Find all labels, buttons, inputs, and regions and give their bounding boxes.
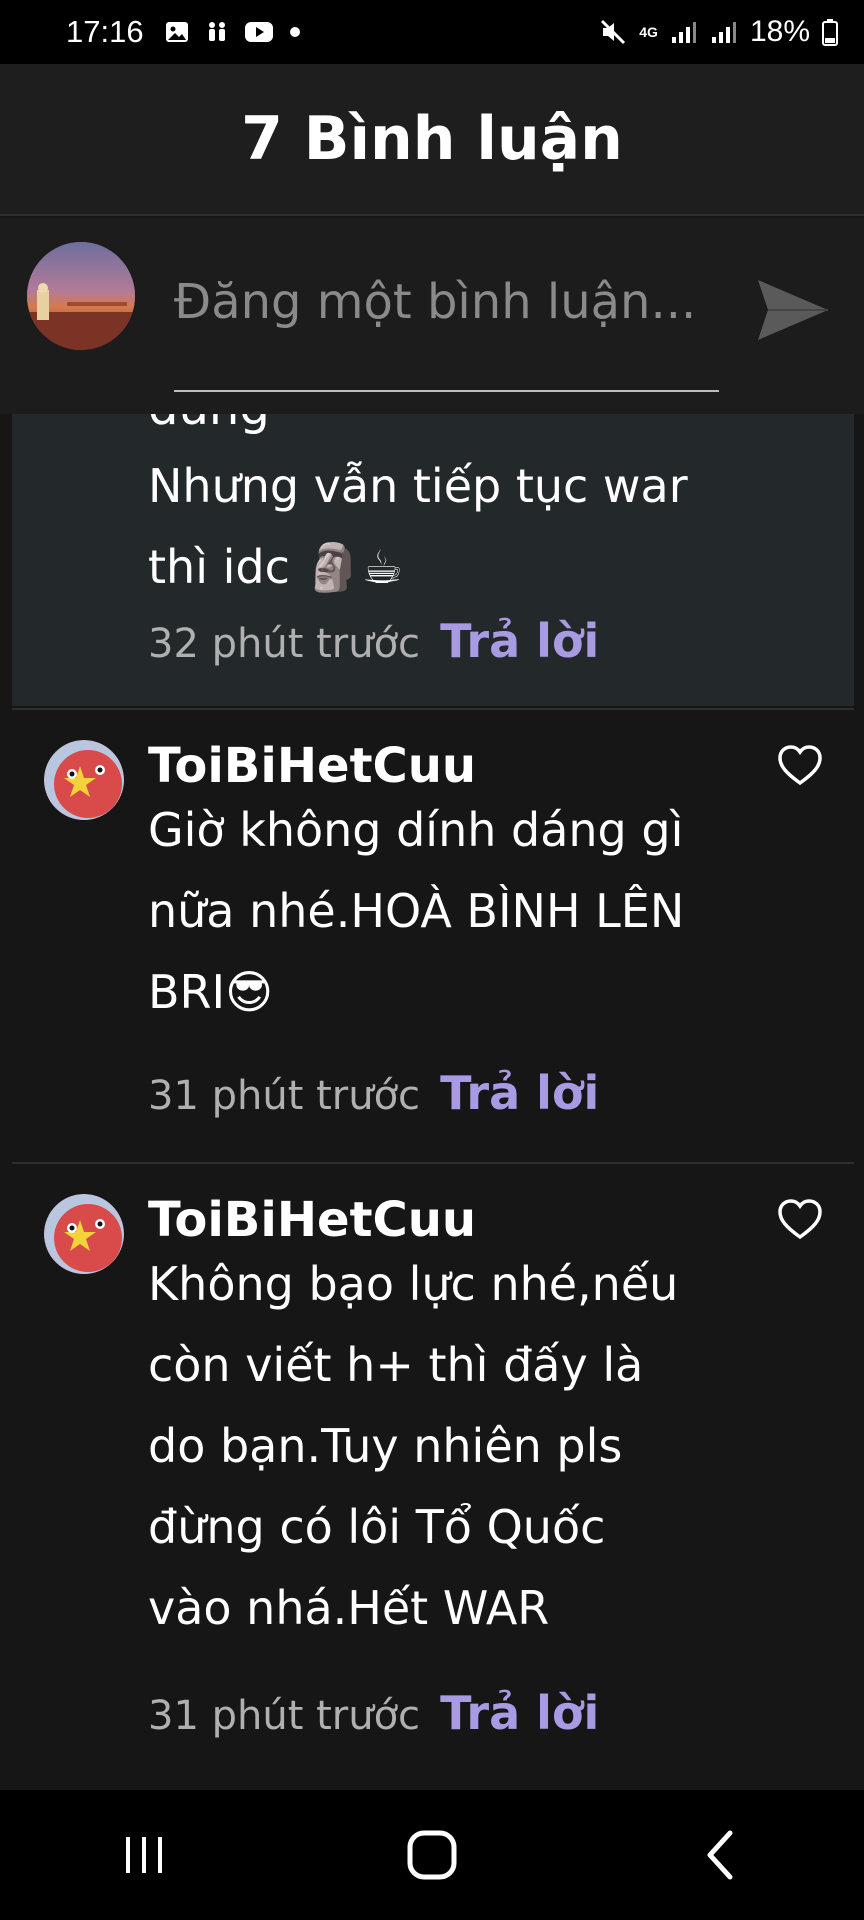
youtube-icon <box>244 20 274 44</box>
comments-header: 7 Bình luận <box>0 64 864 216</box>
comment-item-highlighted[interactable]: đúng Nhưng vẫn tiếp tục war thì idc 🗿☕ 3… <box>12 414 854 706</box>
comment-meta: 31 phút trước Trả lời <box>148 1066 599 1120</box>
avatar[interactable] <box>27 242 135 350</box>
people-icon <box>204 19 230 45</box>
network-type-text: 4G <box>639 24 658 40</box>
avatar[interactable] <box>44 740 124 820</box>
signal-icon <box>670 19 698 45</box>
reply-button[interactable]: Trả lời <box>440 614 599 668</box>
status-time: 17:16 <box>66 14 144 49</box>
reply-button[interactable]: Trả lời <box>440 1066 599 1120</box>
battery-icon <box>822 18 838 46</box>
comment-author[interactable]: ToiBiHetCuu <box>148 1192 476 1248</box>
comment-meta: 32 phút trước Trả lời <box>148 614 599 668</box>
send-icon[interactable] <box>752 270 832 350</box>
status-bar: 17:16 4G 18% <box>0 0 864 64</box>
comment-text: Nhưng vẫn tiếp tục war thì idc 🗿☕ <box>148 459 688 594</box>
recent-apps-icon[interactable] <box>99 1810 189 1900</box>
heart-icon[interactable] <box>776 742 824 790</box>
comment-list: đúng Nhưng vẫn tiếp tục war thì idc 🗿☕ 3… <box>0 414 864 1790</box>
avatar[interactable] <box>44 1194 124 1274</box>
comment-item: ToiBiHetCuu Không bạo lực nhé,nếu còn vi… <box>12 1164 854 1790</box>
battery-percent: 18% <box>749 15 810 48</box>
comment-input[interactable] <box>174 272 719 332</box>
screen: 17:16 4G 18% 7 Bình luận Đăng một bình l… <box>0 0 864 1920</box>
mute-icon <box>599 18 627 46</box>
home-icon[interactable] <box>387 1810 477 1900</box>
comment-composer <box>0 218 864 414</box>
comment-meta: 31 phút trước Trả lời <box>148 1686 599 1740</box>
reply-button[interactable]: Trả lời <box>440 1686 599 1740</box>
input-underline <box>174 390 719 392</box>
network-type-icon: 4G <box>639 24 658 40</box>
comment-time: 32 phút trước <box>148 621 421 667</box>
comment-text: Không bạo lực nhé,nếu còn viết h+ thì đấ… <box>148 1257 679 1635</box>
comment-time: 31 phút trước <box>148 1073 421 1119</box>
back-icon[interactable] <box>675 1810 765 1900</box>
comment-time: 31 phút trước <box>148 1693 421 1739</box>
gallery-icon <box>164 19 190 45</box>
signal-icon <box>710 19 738 45</box>
system-nav-bar <box>0 1790 864 1920</box>
notification-dot-icon <box>288 25 302 39</box>
comment-text-partial: đúng <box>148 414 270 436</box>
page-title: 7 Bình luận <box>241 104 623 174</box>
comment-author[interactable]: ToiBiHetCuu <box>148 738 476 794</box>
heart-icon[interactable] <box>776 1196 824 1244</box>
comment-text: Giờ không dính dáng gì nữa nhé.HOÀ BÌNH … <box>148 803 685 1019</box>
comment-item: ToiBiHetCuu Giờ không dính dáng gì nữa n… <box>12 710 854 1162</box>
